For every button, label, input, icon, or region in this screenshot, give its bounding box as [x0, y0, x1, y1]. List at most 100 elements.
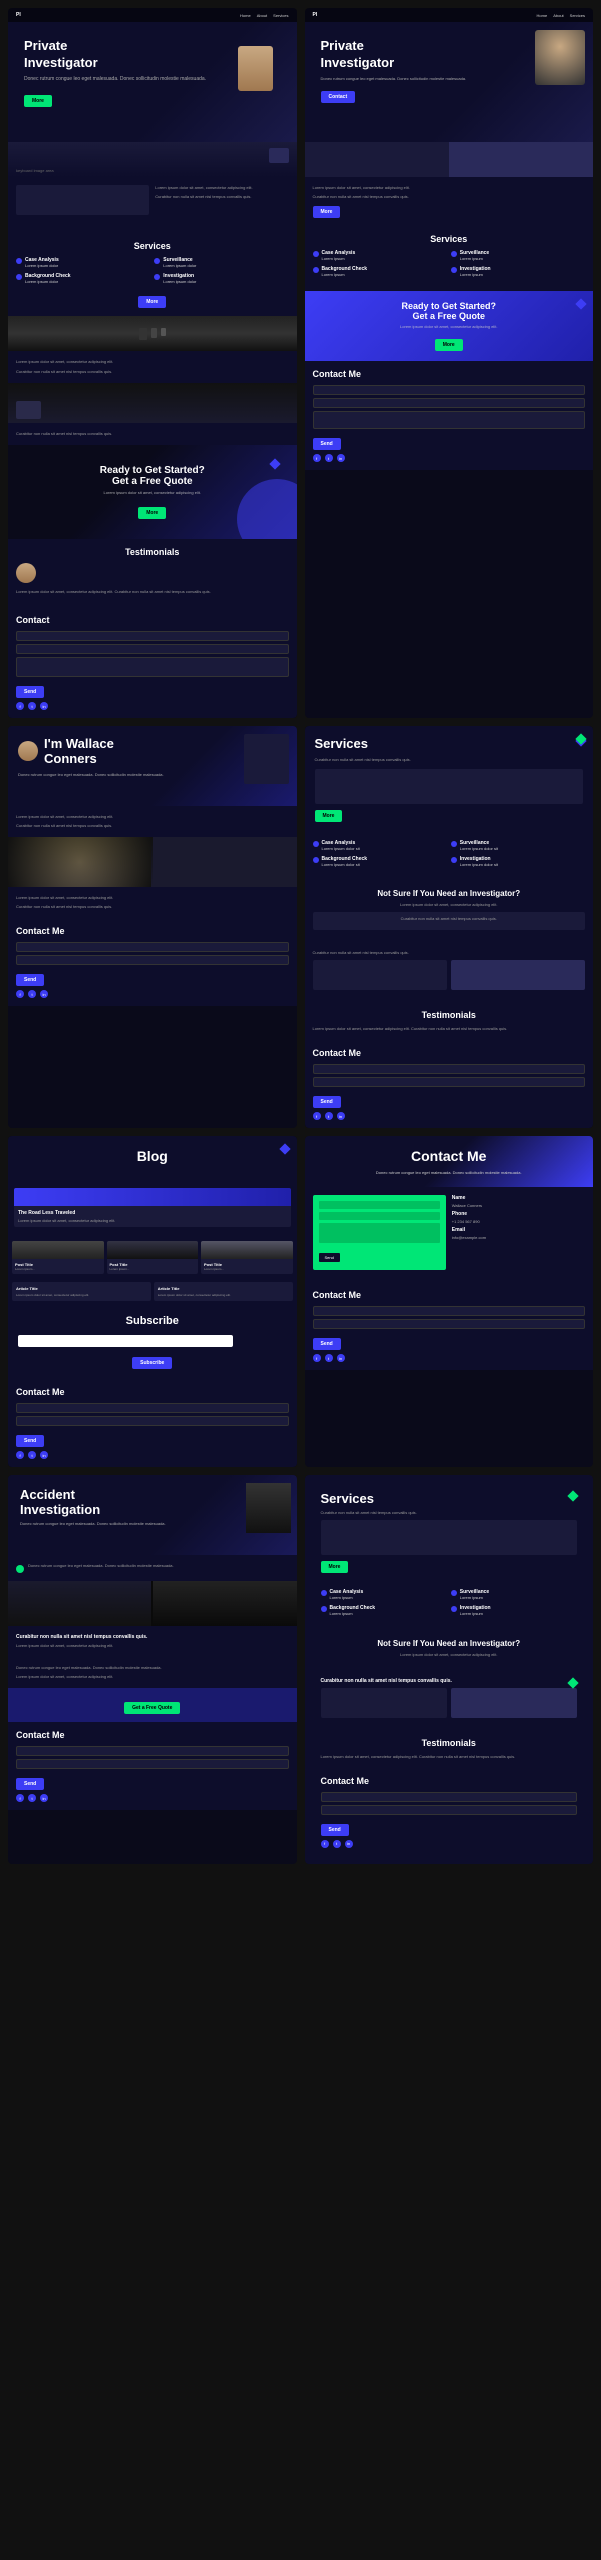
twitter-icon-2[interactable]: t — [325, 454, 333, 462]
blog-card-body-2: Post Title Lorem ipsum... — [107, 1259, 199, 1274]
subscribe-email-input[interactable] — [18, 1335, 233, 1347]
form-field-green-1[interactable] — [319, 1201, 440, 1209]
form-field-green-3[interactable] — [319, 1223, 440, 1243]
cta-button[interactable]: More — [138, 507, 166, 519]
services-list-section: Case Analysis Lorem ipsum dolor sit Surv… — [305, 832, 594, 881]
contact-name-contact[interactable] — [313, 1306, 586, 1316]
contact-email-field[interactable] — [16, 644, 289, 654]
featured-post-text: Lorem ipsum dolor sit amet, consectetur … — [18, 1218, 287, 1223]
contact-message-field[interactable] — [16, 657, 289, 677]
about-btn[interactable]: More — [313, 206, 341, 218]
nav-bar-2: PI Home About Services — [305, 8, 594, 22]
nav-home-2[interactable]: Home — [537, 13, 548, 18]
contact-name-accident[interactable] — [16, 1746, 289, 1756]
facebook-icon[interactable]: f — [16, 702, 24, 710]
srv-dot-4 — [451, 857, 457, 863]
contact-info-phone: +1 234 567 890 — [452, 1219, 585, 1224]
linkedin-icon-contact[interactable]: in — [337, 1354, 345, 1362]
contact-email-about[interactable] — [16, 955, 289, 965]
sv-text-1: Lorem ipsum — [330, 1595, 364, 1601]
nav-about[interactable]: About — [257, 13, 267, 18]
twitter-icon[interactable]: t — [28, 702, 36, 710]
facebook-icon-variant[interactable]: f — [321, 1840, 329, 1848]
facebook-icon-accident[interactable]: f — [16, 1794, 24, 1802]
nav-services-2[interactable]: Services — [570, 13, 585, 18]
blog-list-item-2[interactable]: Article Title Lorem ipsum dolor sit amet… — [154, 1282, 293, 1301]
linkedin-icon-blog[interactable]: in — [40, 1451, 48, 1459]
curabitur-img-v2 — [451, 1688, 577, 1718]
facebook-icon-2[interactable]: f — [313, 454, 321, 462]
blog-list-item-1[interactable]: Article Title Lorem ipsum dolor sit amet… — [12, 1282, 151, 1301]
facebook-icon-contact[interactable]: f — [313, 1354, 321, 1362]
nav-home[interactable]: Home — [240, 13, 251, 18]
contact-name-field[interactable] — [16, 631, 289, 641]
twitter-icon-blog[interactable]: t — [28, 1451, 36, 1459]
contact-submit-blog[interactable]: Send — [16, 1435, 44, 1447]
contact-email-blog[interactable] — [16, 1416, 289, 1426]
contact-name-blog[interactable] — [16, 1403, 289, 1413]
contact-submit-contact[interactable]: Send — [313, 1338, 341, 1350]
contact-title: Contact — [16, 615, 289, 625]
contact-email-2[interactable] — [313, 398, 586, 408]
twitter-icon-contact[interactable]: t — [325, 1354, 333, 1362]
curabitur-img-2 — [451, 960, 585, 990]
blog-card-2[interactable]: Post Title Lorem ipsum... — [107, 1241, 199, 1274]
testimonials-services: Testimonials Lorem ipsum dolor sit amet,… — [305, 1002, 594, 1040]
contact-email-services[interactable] — [313, 1077, 586, 1087]
featured-post-img — [14, 1188, 291, 1206]
contact-msg-2[interactable] — [313, 411, 586, 429]
twitter-icon-services[interactable]: t — [325, 1112, 333, 1120]
featured-post-card[interactable]: The Road Less Traveled Lorem ipsum dolor… — [14, 1188, 291, 1227]
form-submit-btn[interactable]: Send — [319, 1253, 340, 1262]
contact-email-contact[interactable] — [313, 1319, 586, 1329]
not-sure-section: Not Sure If You Need an Investigator? Lo… — [305, 881, 594, 942]
nav-logo: PI — [16, 12, 21, 18]
facebook-icon-blog[interactable]: f — [16, 1451, 24, 1459]
services-hero-btn[interactable]: More — [315, 810, 343, 822]
contact-email-variant[interactable] — [321, 1805, 578, 1815]
contact-name-about[interactable] — [16, 942, 289, 952]
twitter-icon-accident[interactable]: t — [28, 1794, 36, 1802]
services-variant-btn[interactable]: More — [321, 1561, 349, 1573]
wallace-avatar — [18, 741, 38, 761]
contact-submit-accident[interactable]: Send — [16, 1778, 44, 1790]
contact-email-accident[interactable] — [16, 1759, 289, 1769]
linkedin-icon-services[interactable]: in — [337, 1112, 345, 1120]
more-button[interactable]: More — [24, 95, 52, 107]
contact-name-services[interactable] — [313, 1064, 586, 1074]
facebook-icon-services[interactable]: f — [313, 1112, 321, 1120]
nav-about-2[interactable]: About — [553, 13, 563, 18]
twitter-icon-variant[interactable]: t — [333, 1840, 341, 1848]
page-about: I'm Wallace Conners Donec rutrum congue … — [8, 726, 297, 1128]
twitter-icon-about[interactable]: t — [28, 990, 36, 998]
contact-name-variant[interactable] — [321, 1792, 578, 1802]
blog-card-3[interactable]: Post Title Lorem ipsum... — [201, 1241, 293, 1274]
contact-submit-2[interactable]: Send — [313, 438, 341, 450]
linkedin-icon[interactable]: in — [40, 702, 48, 710]
form-field-green-2[interactable] — [319, 1212, 440, 1220]
accident-cta-btn[interactable]: Get a Free Quote — [124, 1702, 180, 1714]
hero-btn-2[interactable]: Contact — [321, 91, 356, 103]
contact-name-2[interactable] — [313, 385, 586, 395]
subscribe-button[interactable]: Subscribe — [132, 1357, 172, 1369]
blog-card-1[interactable]: Post Title Lorem ipsum... — [12, 1241, 104, 1274]
accident-cta: Get a Free Quote — [8, 1688, 297, 1722]
linkedin-icon-2[interactable]: in — [337, 454, 345, 462]
green-dot — [16, 1565, 24, 1573]
contact-submit-about[interactable]: Send — [16, 974, 44, 986]
contact-title-variant: Contact Me — [321, 1776, 578, 1786]
contact-submit-button[interactable]: Send — [16, 686, 44, 698]
blog-card-text-2: Lorem ipsum... — [110, 1267, 196, 1271]
contact-submit-services[interactable]: Send — [313, 1096, 341, 1108]
hero-photo-2 — [535, 30, 585, 85]
nav-services[interactable]: Services — [273, 13, 288, 18]
facebook-icon-about[interactable]: f — [16, 990, 24, 998]
linkedin-icon-variant[interactable]: in — [345, 1840, 353, 1848]
services-hero-img — [315, 769, 584, 804]
linkedin-icon-about[interactable]: in — [40, 990, 48, 998]
linkedin-icon-accident[interactable]: in — [40, 1794, 48, 1802]
cta-btn-2[interactable]: More — [435, 339, 463, 351]
contact-submit-variant[interactable]: Send — [321, 1824, 349, 1836]
sv-3: Background Check Lorem ipsum — [321, 1605, 447, 1617]
services-btn[interactable]: More — [138, 296, 166, 308]
